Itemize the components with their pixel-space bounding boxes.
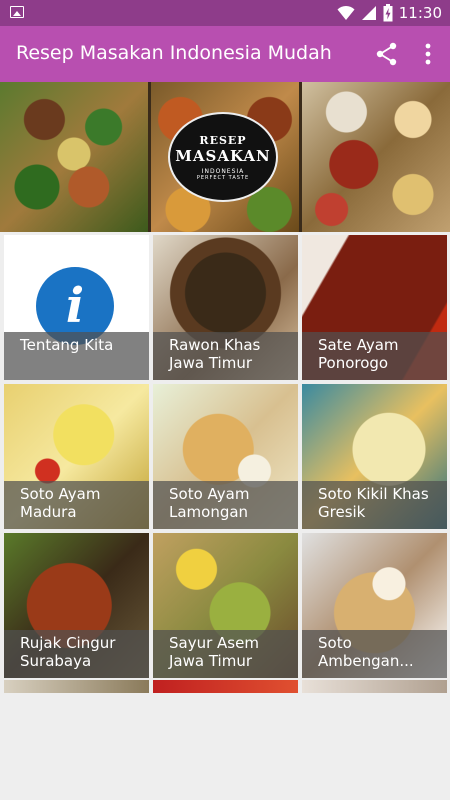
- recipe-grid: i Tentang Kita Rawon Khas Jawa Timur Sat…: [4, 235, 447, 678]
- banner-image-buffet: [302, 82, 450, 232]
- status-bar: 11:30: [0, 0, 450, 26]
- tile-caption: Soto Ayam Madura: [4, 481, 149, 529]
- header-banner: RESEP MASAKAN INDONESIA PERFECT TASTE: [0, 82, 450, 232]
- tile-soto-lamongan[interactable]: Soto Ayam Lamongan: [153, 384, 298, 529]
- share-icon[interactable]: [374, 41, 400, 67]
- more-vert-icon[interactable]: [418, 40, 438, 68]
- tile-caption: Soto Ayam Lamongan: [153, 481, 298, 529]
- tile-soto-kikil[interactable]: Soto Kikil Khas Gresik: [302, 384, 447, 529]
- tile-caption: Soto Kikil Khas Gresik: [302, 481, 447, 529]
- logo-line-3: INDONESIA: [201, 167, 245, 175]
- tile-caption: Rawon Khas Jawa Timur: [153, 332, 298, 380]
- partial-tile[interactable]: [153, 680, 298, 693]
- image-icon: [10, 6, 24, 18]
- status-time: 11:30: [398, 4, 442, 22]
- tile-soto-ambengan[interactable]: Soto Ambengan...: [302, 533, 447, 678]
- tile-sayur-asem[interactable]: Sayur Asem Jawa Timur: [153, 533, 298, 678]
- tile-sate-ayam[interactable]: Sate Ayam Ponorogo: [302, 235, 447, 380]
- banner-image-logo-panel: RESEP MASAKAN INDONESIA PERFECT TASTE: [151, 82, 302, 232]
- partial-tile[interactable]: [4, 680, 149, 693]
- tile-caption: Sayur Asem Jawa Timur: [153, 630, 298, 678]
- app-title: Resep Masakan Indonesia Mudah: [16, 42, 332, 64]
- battery-charging-icon: [383, 4, 393, 22]
- tile-rujak-cingur[interactable]: Rujak Cingur Surabaya: [4, 533, 149, 678]
- status-icons: 11:30: [337, 3, 442, 23]
- logo-line-4: PERFECT TASTE: [196, 174, 250, 181]
- resep-masakan-logo: RESEP MASAKAN INDONESIA PERFECT TASTE: [168, 112, 278, 202]
- app-bar: Resep Masakan Indonesia Mudah: [0, 26, 450, 82]
- wifi-icon: [337, 5, 355, 20]
- tile-caption: Tentang Kita: [4, 332, 149, 380]
- logo-line-1: RESEP: [199, 133, 247, 147]
- tile-tentang-kita[interactable]: i Tentang Kita: [4, 235, 149, 380]
- tile-caption: Sate Ayam Ponorogo: [302, 332, 447, 380]
- signal-icon: [361, 6, 376, 20]
- partial-tile-row: [4, 680, 447, 693]
- tile-caption: Rujak Cingur Surabaya: [4, 630, 149, 678]
- partial-tile[interactable]: [302, 680, 447, 693]
- tile-caption: Soto Ambengan...: [302, 630, 447, 678]
- banner-image-food-platter: [0, 82, 151, 232]
- tile-soto-madura[interactable]: Soto Ayam Madura: [4, 384, 149, 529]
- logo-line-2: MASAKAN: [175, 146, 271, 165]
- tile-rawon[interactable]: Rawon Khas Jawa Timur: [153, 235, 298, 380]
